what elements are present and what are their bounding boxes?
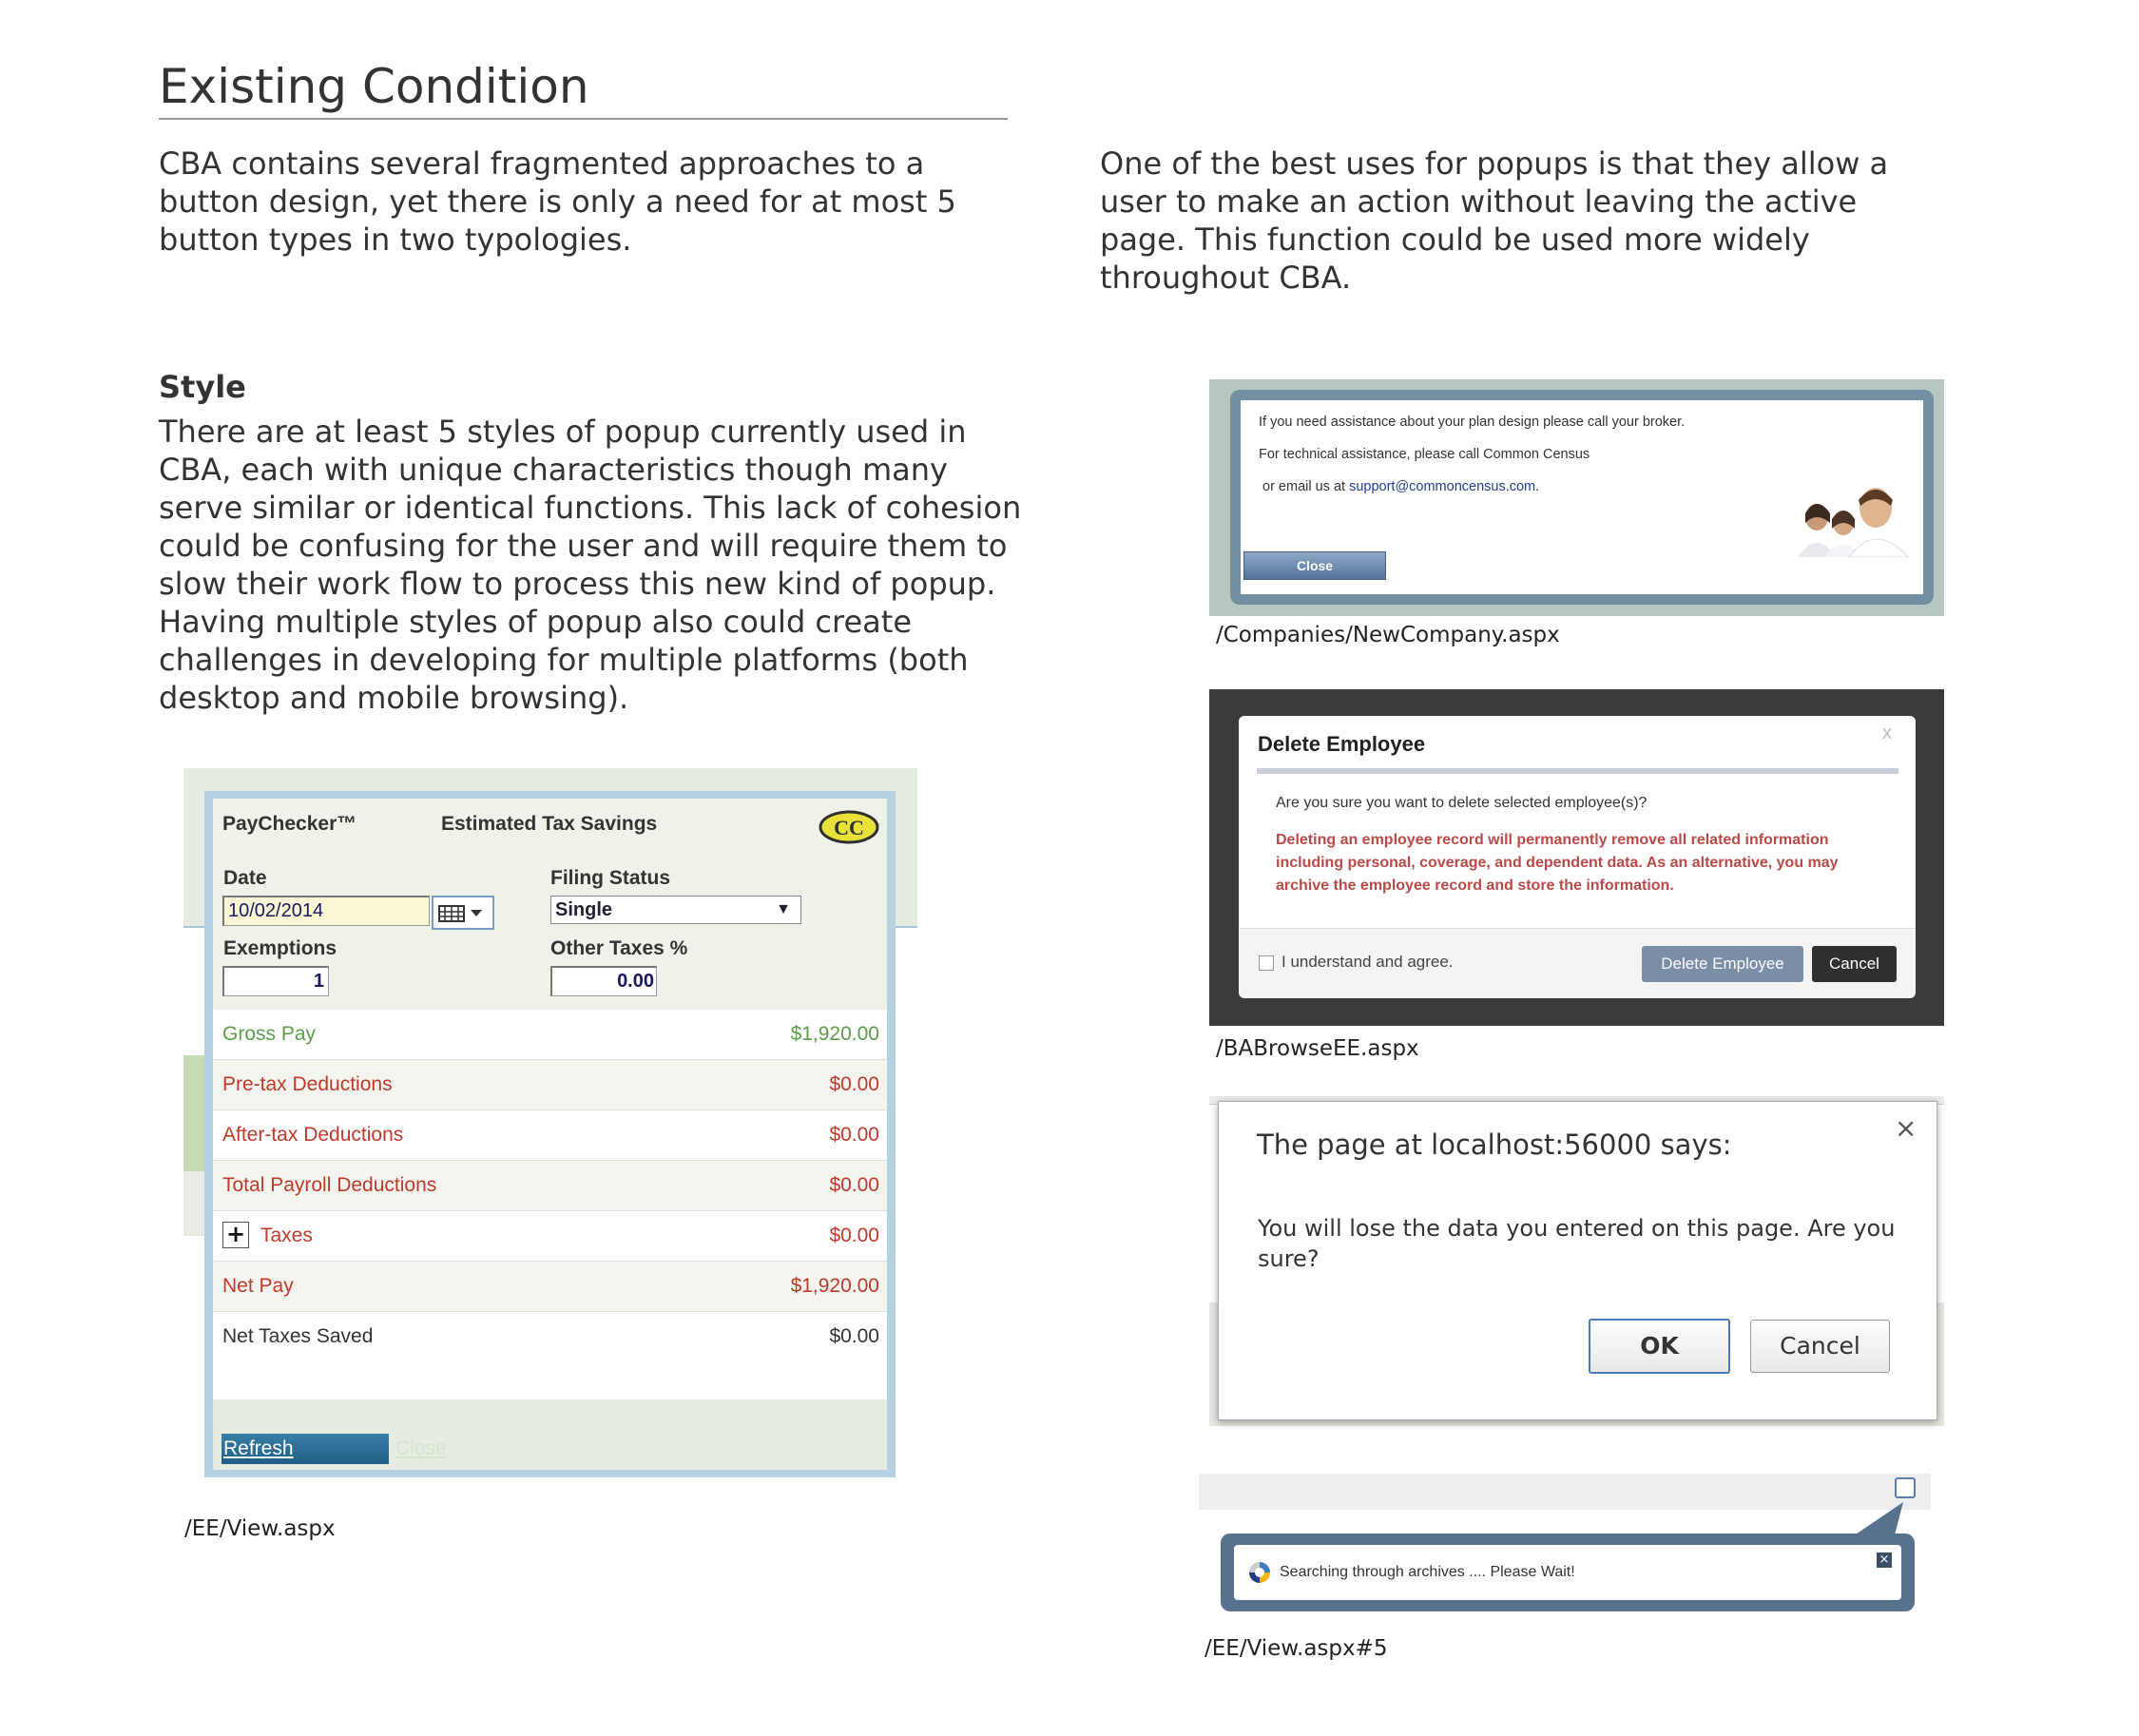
agree-label: I understand and agree. xyxy=(1281,953,1454,971)
archive-icon[interactable] xyxy=(1895,1477,1916,1498)
table-row: Net Pay $1,920.00 xyxy=(213,1262,887,1312)
support-agents-image xyxy=(1792,475,1912,558)
net-pay-value: $1,920.00 xyxy=(790,1275,879,1297)
table-row: Gross Pay $1,920.00 xyxy=(213,1010,887,1060)
paychecker-close-link[interactable]: Close xyxy=(395,1434,447,1464)
total-payroll-deductions-value: $0.00 xyxy=(829,1174,879,1196)
delete-warning: Deleting an employee record will permane… xyxy=(1276,832,1839,894)
calendar-picker-button[interactable] xyxy=(432,896,494,930)
close-icon[interactable]: × xyxy=(1895,1112,1917,1144)
paychecker-app-name: PayChecker™ xyxy=(222,813,357,835)
cc-logo-text: CC xyxy=(834,816,864,839)
filing-status-value: Single xyxy=(555,899,613,920)
assistance-caption: /Companies/NewCompany.aspx xyxy=(1216,623,1560,647)
support-email-link[interactable]: support@commoncensus.com xyxy=(1349,479,1535,494)
assistance-line-broker: If you need assistance about your plan d… xyxy=(1259,415,1686,430)
table-row: Pre-tax Deductions $0.00 xyxy=(213,1060,887,1110)
filing-status-select[interactable]: Single ▼ xyxy=(550,896,801,924)
searching-caption: /EE/View.aspx#5 xyxy=(1204,1636,1388,1661)
filing-status-label: Filing Status xyxy=(550,867,670,889)
date-input[interactable]: 10/02/2014 xyxy=(222,896,430,926)
dropdown-arrow-icon: ▼ xyxy=(776,901,791,917)
style-paragraph: There are at least 5 styles of popup cur… xyxy=(159,414,1022,716)
paychecker-subtitle: Estimated Tax Savings xyxy=(441,813,658,835)
taxes-label: Taxes xyxy=(260,1225,313,1246)
confirm-message: You will lose the data you entered on th… xyxy=(1258,1215,1896,1272)
close-icon[interactable]: × xyxy=(1877,1553,1892,1568)
table-row: After-tax Deductions $0.00 xyxy=(213,1110,887,1161)
loading-spinner-icon xyxy=(1247,1560,1272,1585)
assistance-line-technical: For technical assistance, please call Co… xyxy=(1259,447,1590,462)
calendar-icon xyxy=(438,905,482,922)
net-taxes-saved-value: $0.00 xyxy=(829,1325,879,1347)
gross-pay-label: Gross Pay xyxy=(222,1023,317,1045)
delete-employee-button[interactable]: Delete Employee xyxy=(1642,946,1803,982)
table-row: + Taxes $0.00 xyxy=(213,1211,887,1262)
email-prefix: or email us at xyxy=(1262,479,1346,494)
delete-cancel-button[interactable]: Cancel xyxy=(1812,946,1897,982)
style-heading: Style xyxy=(159,369,246,405)
email-suffix: . xyxy=(1535,479,1540,494)
other-taxes-label: Other Taxes % xyxy=(550,937,688,959)
confirm-title: The page at localhost:56000 says: xyxy=(1257,1128,1732,1161)
expand-taxes-button[interactable]: + xyxy=(222,1222,249,1248)
agree-checkbox[interactable] xyxy=(1259,955,1274,971)
exemptions-input[interactable]: 1 xyxy=(222,966,329,996)
intro-right-paragraph: One of the best uses for popups is that … xyxy=(1100,145,1889,296)
pretax-deductions-label: Pre-tax Deductions xyxy=(222,1073,393,1095)
delete-popup-divider xyxy=(1257,768,1898,774)
page-title: Existing Condition xyxy=(159,59,589,114)
searching-message: Searching through archives .... Please W… xyxy=(1280,1564,1575,1580)
callout-pointer xyxy=(1844,1500,1911,1538)
total-payroll-deductions-label: Total Payroll Deductions xyxy=(222,1174,437,1196)
ok-button[interactable]: OK xyxy=(1589,1319,1730,1374)
intro-left-paragraph: CBA contains several fragmented approach… xyxy=(159,145,956,258)
confirm-cancel-button[interactable]: Cancel xyxy=(1750,1320,1890,1373)
aftertax-deductions-value: $0.00 xyxy=(829,1124,879,1146)
table-row: Total Payroll Deductions $0.00 xyxy=(213,1161,887,1211)
other-taxes-input[interactable]: 0.00 xyxy=(550,966,657,996)
delete-question: Are you sure you want to delete selected… xyxy=(1276,795,1648,811)
taxes-value: $0.00 xyxy=(829,1225,879,1246)
pretax-deductions-value: $0.00 xyxy=(829,1073,879,1095)
exemptions-label: Exemptions xyxy=(223,937,337,959)
date-label: Date xyxy=(223,867,267,889)
close-icon[interactable]: x xyxy=(1882,723,1892,744)
assistance-line-email: or email us at support@commoncensus.com. xyxy=(1262,479,1539,494)
searching-toolbar xyxy=(1199,1474,1931,1510)
assistance-close-button[interactable]: Close xyxy=(1243,551,1386,580)
title-divider xyxy=(159,118,1008,120)
table-row: Net Taxes Saved $0.00 xyxy=(213,1312,887,1362)
gross-pay-value: $1,920.00 xyxy=(790,1023,879,1045)
aftertax-deductions-label: After-tax Deductions xyxy=(222,1124,404,1146)
delete-caption: /BABrowseEE.aspx xyxy=(1216,1036,1419,1061)
net-taxes-saved-label: Net Taxes Saved xyxy=(222,1325,374,1347)
cc-logo: CC xyxy=(819,810,879,844)
delete-popup-title: Delete Employee xyxy=(1258,732,1426,756)
paychecker-caption: /EE/View.aspx xyxy=(184,1516,336,1541)
refresh-button[interactable]: Refresh xyxy=(222,1434,389,1464)
net-pay-label: Net Pay xyxy=(222,1275,294,1297)
